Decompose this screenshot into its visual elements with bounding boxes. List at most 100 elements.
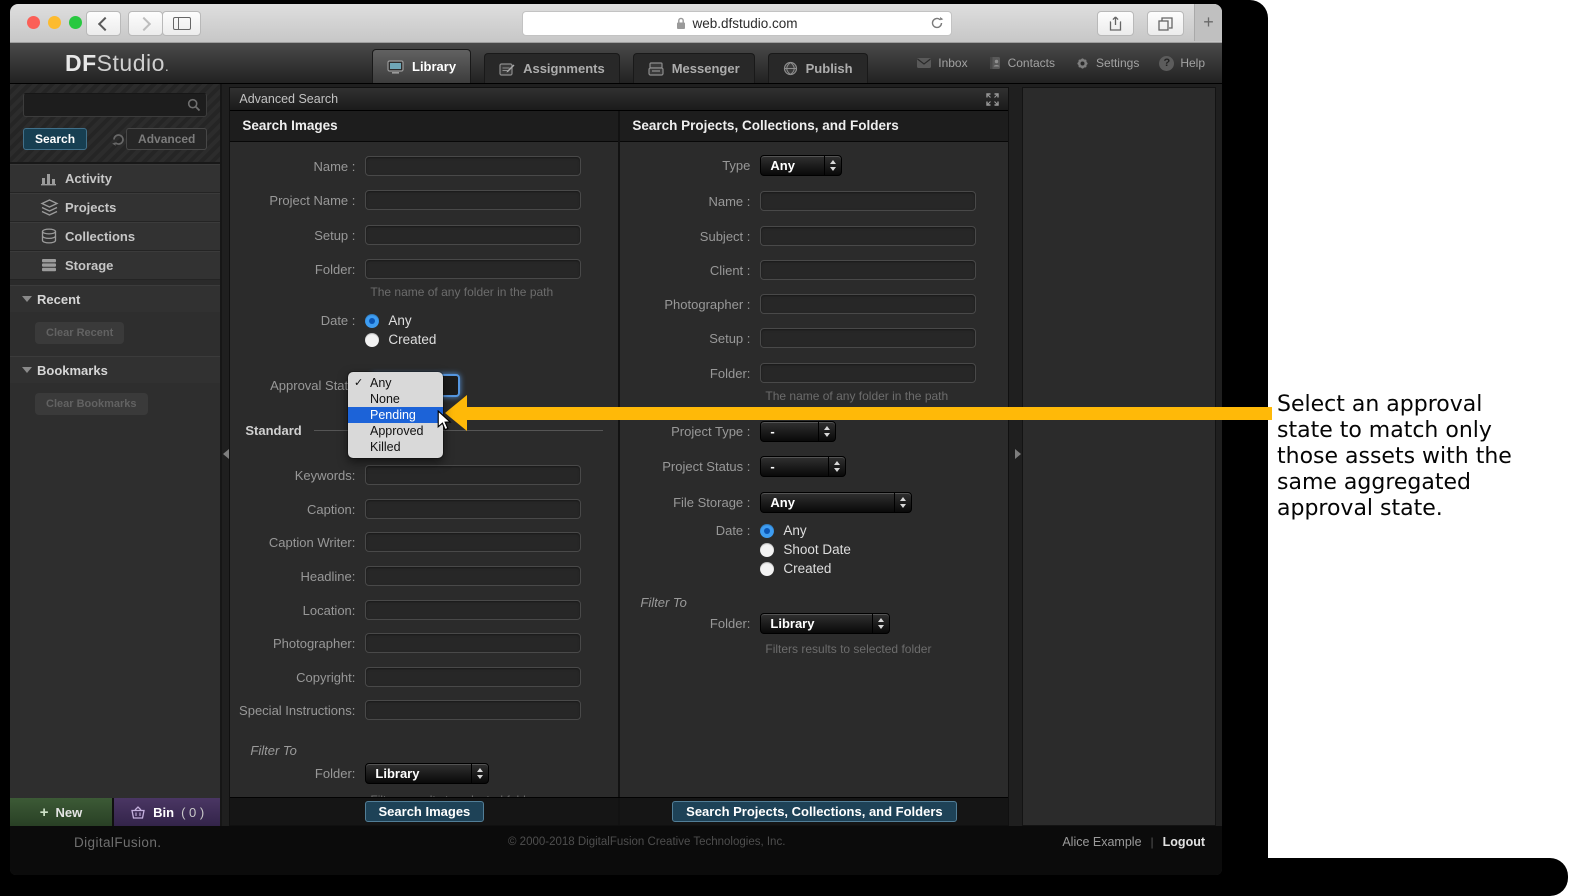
advanced-button[interactable]: Advanced — [126, 128, 207, 150]
help-icon: ? — [1159, 56, 1174, 71]
dropdown-option-killed[interactable]: Killed — [348, 439, 443, 455]
date-option-shoot-date[interactable]: Shoot Date — [760, 542, 851, 557]
date-radio-group: Any Created — [365, 313, 436, 347]
address-bar[interactable]: web.dfstudio.com — [522, 11, 952, 36]
client-input[interactable] — [760, 260, 976, 280]
new-button[interactable]: + New — [10, 798, 114, 826]
sidebar-icon — [173, 17, 191, 30]
help-link[interactable]: ? Help — [1159, 56, 1205, 71]
date-option-any[interactable]: Any — [365, 313, 436, 328]
basket-icon — [130, 806, 146, 819]
zoom-window-button[interactable] — [69, 16, 82, 29]
tab-publish[interactable]: Publish — [768, 53, 868, 83]
publish-icon — [783, 61, 798, 76]
keywords-input[interactable] — [365, 465, 581, 485]
name-input[interactable] — [365, 156, 581, 176]
search-projects-column: Search Projects, Collections, and Folder… — [618, 111, 1008, 797]
special-instructions-input[interactable] — [365, 700, 581, 720]
share-button[interactable] — [1097, 11, 1134, 36]
copyright-input[interactable] — [365, 667, 581, 687]
dropdown-option-pending[interactable]: Pending — [348, 407, 443, 423]
sidebar-item-projects[interactable]: Projects — [10, 193, 220, 222]
folder-input[interactable] — [760, 363, 976, 383]
storage-icon — [40, 257, 58, 273]
caption-input[interactable] — [365, 499, 581, 519]
bin-count: ( 0 ) — [181, 805, 204, 820]
sidebar-item-label: Projects — [65, 200, 116, 215]
tab-assignments[interactable]: Assignments — [484, 53, 620, 83]
location-label: Location: — [230, 603, 365, 618]
clear-bookmarks-button[interactable]: Clear Bookmarks — [35, 393, 148, 415]
location-input[interactable] — [365, 600, 581, 620]
refresh-icon[interactable] — [111, 132, 126, 147]
type-label: Type — [620, 158, 760, 173]
filter-folder-select[interactable]: Library — [365, 763, 489, 784]
tab-library[interactable]: Library — [372, 49, 471, 83]
project-status-select[interactable]: - — [760, 456, 846, 477]
settings-link[interactable]: Settings — [1075, 56, 1139, 71]
type-select[interactable]: Any — [760, 155, 842, 176]
collapse-right-handle[interactable] — [1015, 449, 1021, 459]
caption-writer-input[interactable] — [365, 532, 581, 552]
clear-recent-button[interactable]: Clear Recent — [35, 322, 124, 344]
keywords-label: Keywords: — [230, 468, 365, 483]
name-input[interactable] — [760, 191, 976, 211]
sidebar-item-activity[interactable]: Activity — [10, 164, 220, 193]
sidebar-item-label: Storage — [65, 258, 113, 273]
dropdown-option-none[interactable]: None — [348, 391, 443, 407]
search-images-button[interactable]: Search Images — [365, 801, 485, 822]
project-name-input[interactable] — [365, 190, 581, 210]
expand-icon[interactable] — [986, 93, 999, 106]
annotation-arrow-shaft — [466, 407, 1272, 420]
dropdown-option-approved[interactable]: Approved — [348, 423, 443, 439]
search-projects-button[interactable]: Search Projects, Collections, and Folder… — [672, 801, 956, 822]
photographer-input[interactable] — [365, 633, 581, 653]
tab-messenger[interactable]: Messenger — [633, 53, 755, 83]
date-option-created[interactable]: Created — [760, 561, 851, 576]
folder-input[interactable] — [365, 259, 581, 279]
close-window-button[interactable] — [27, 16, 40, 29]
stepper-icon — [894, 493, 911, 512]
activity-icon — [40, 170, 58, 186]
recent-section-header[interactable]: Recent — [10, 285, 220, 312]
dropdown-option-any[interactable]: ✓Any — [348, 375, 443, 391]
reload-button[interactable] — [930, 16, 944, 30]
user-name: Alice Example — [1062, 835, 1141, 849]
panel-title-bar: Advanced Search — [230, 88, 1008, 111]
screenshot-canvas: web.dfstudio.com — [0, 0, 1580, 896]
logout-link[interactable]: Logout — [1163, 835, 1205, 849]
sidebar-item-storage[interactable]: Storage — [10, 251, 220, 280]
setup-input[interactable] — [365, 225, 581, 245]
filter-folder-hint: Filters results to selected folder — [765, 642, 931, 656]
photographer-input[interactable] — [760, 294, 976, 314]
project-type-select[interactable]: - — [760, 421, 836, 442]
panel-actions: Search Images Search Projects, Collectio… — [230, 797, 1008, 825]
search-input[interactable] — [24, 94, 206, 116]
empty-right-panel — [1022, 87, 1216, 826]
tab-overview-button[interactable] — [1147, 11, 1184, 36]
inbox-link[interactable]: Inbox — [916, 56, 967, 70]
minimize-window-button[interactable] — [48, 16, 61, 29]
bin-button[interactable]: Bin ( 0 ) — [114, 798, 220, 826]
column-heading: Search Projects, Collections, and Folder… — [620, 111, 1008, 142]
search-button[interactable]: Search — [23, 128, 87, 150]
bookmarks-section-header[interactable]: Bookmarks — [10, 356, 220, 383]
back-button[interactable] — [86, 11, 121, 36]
sidebar-toggle-button[interactable] — [162, 11, 201, 36]
sidebar-item-collections[interactable]: Collections — [10, 222, 220, 251]
filter-to-label: Filter To — [250, 743, 296, 758]
filter-folder-select[interactable]: Library — [760, 613, 890, 634]
subject-input[interactable] — [760, 226, 976, 246]
approval-state-label: Approval State — [230, 378, 365, 393]
setup-input[interactable] — [760, 328, 976, 348]
mouse-cursor-icon — [437, 410, 452, 432]
contacts-link[interactable]: Contacts — [988, 56, 1055, 70]
date-option-created[interactable]: Created — [365, 332, 436, 347]
plus-icon: + — [40, 804, 49, 821]
new-tab-button[interactable]: + — [1194, 4, 1222, 41]
forward-button[interactable] — [128, 11, 163, 36]
headline-input[interactable] — [365, 566, 581, 586]
file-storage-select[interactable]: Any — [760, 492, 912, 513]
date-option-any[interactable]: Any — [760, 523, 851, 538]
dfstudio-app: DFStudio. Library — [10, 43, 1222, 875]
